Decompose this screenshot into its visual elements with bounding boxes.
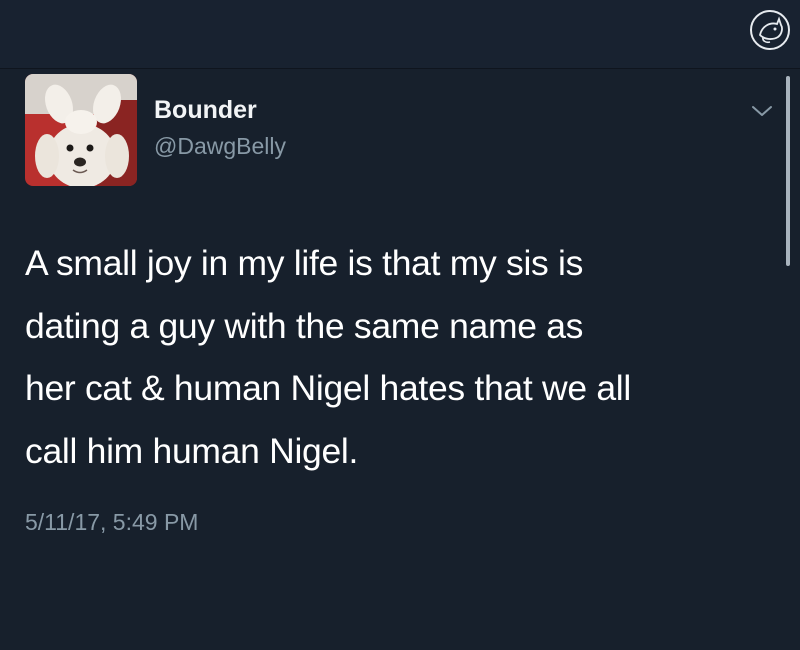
tweet-line: call him human Nigel.	[25, 430, 359, 471]
user-handle[interactable]: @DawgBelly	[154, 133, 286, 160]
scrollbar[interactable]	[786, 76, 790, 266]
chevron-down-icon[interactable]	[750, 102, 774, 120]
tweet-line: her cat & human Nigel hates that we all	[25, 368, 631, 408]
tweet-line: A small joy in my life is that my sis is	[25, 243, 584, 283]
tweet-timestamp[interactable]: 5/11/17, 5:49 PM	[25, 509, 198, 536]
cat-logo-icon	[748, 8, 792, 52]
avatar[interactable]	[25, 74, 137, 186]
display-name[interactable]: Bounder	[154, 96, 257, 125]
tweet-text: A small joy in my life is that my sis is…	[25, 232, 780, 482]
top-bar	[0, 0, 800, 69]
tweet-line: dating a guy with the same name as	[25, 305, 584, 346]
